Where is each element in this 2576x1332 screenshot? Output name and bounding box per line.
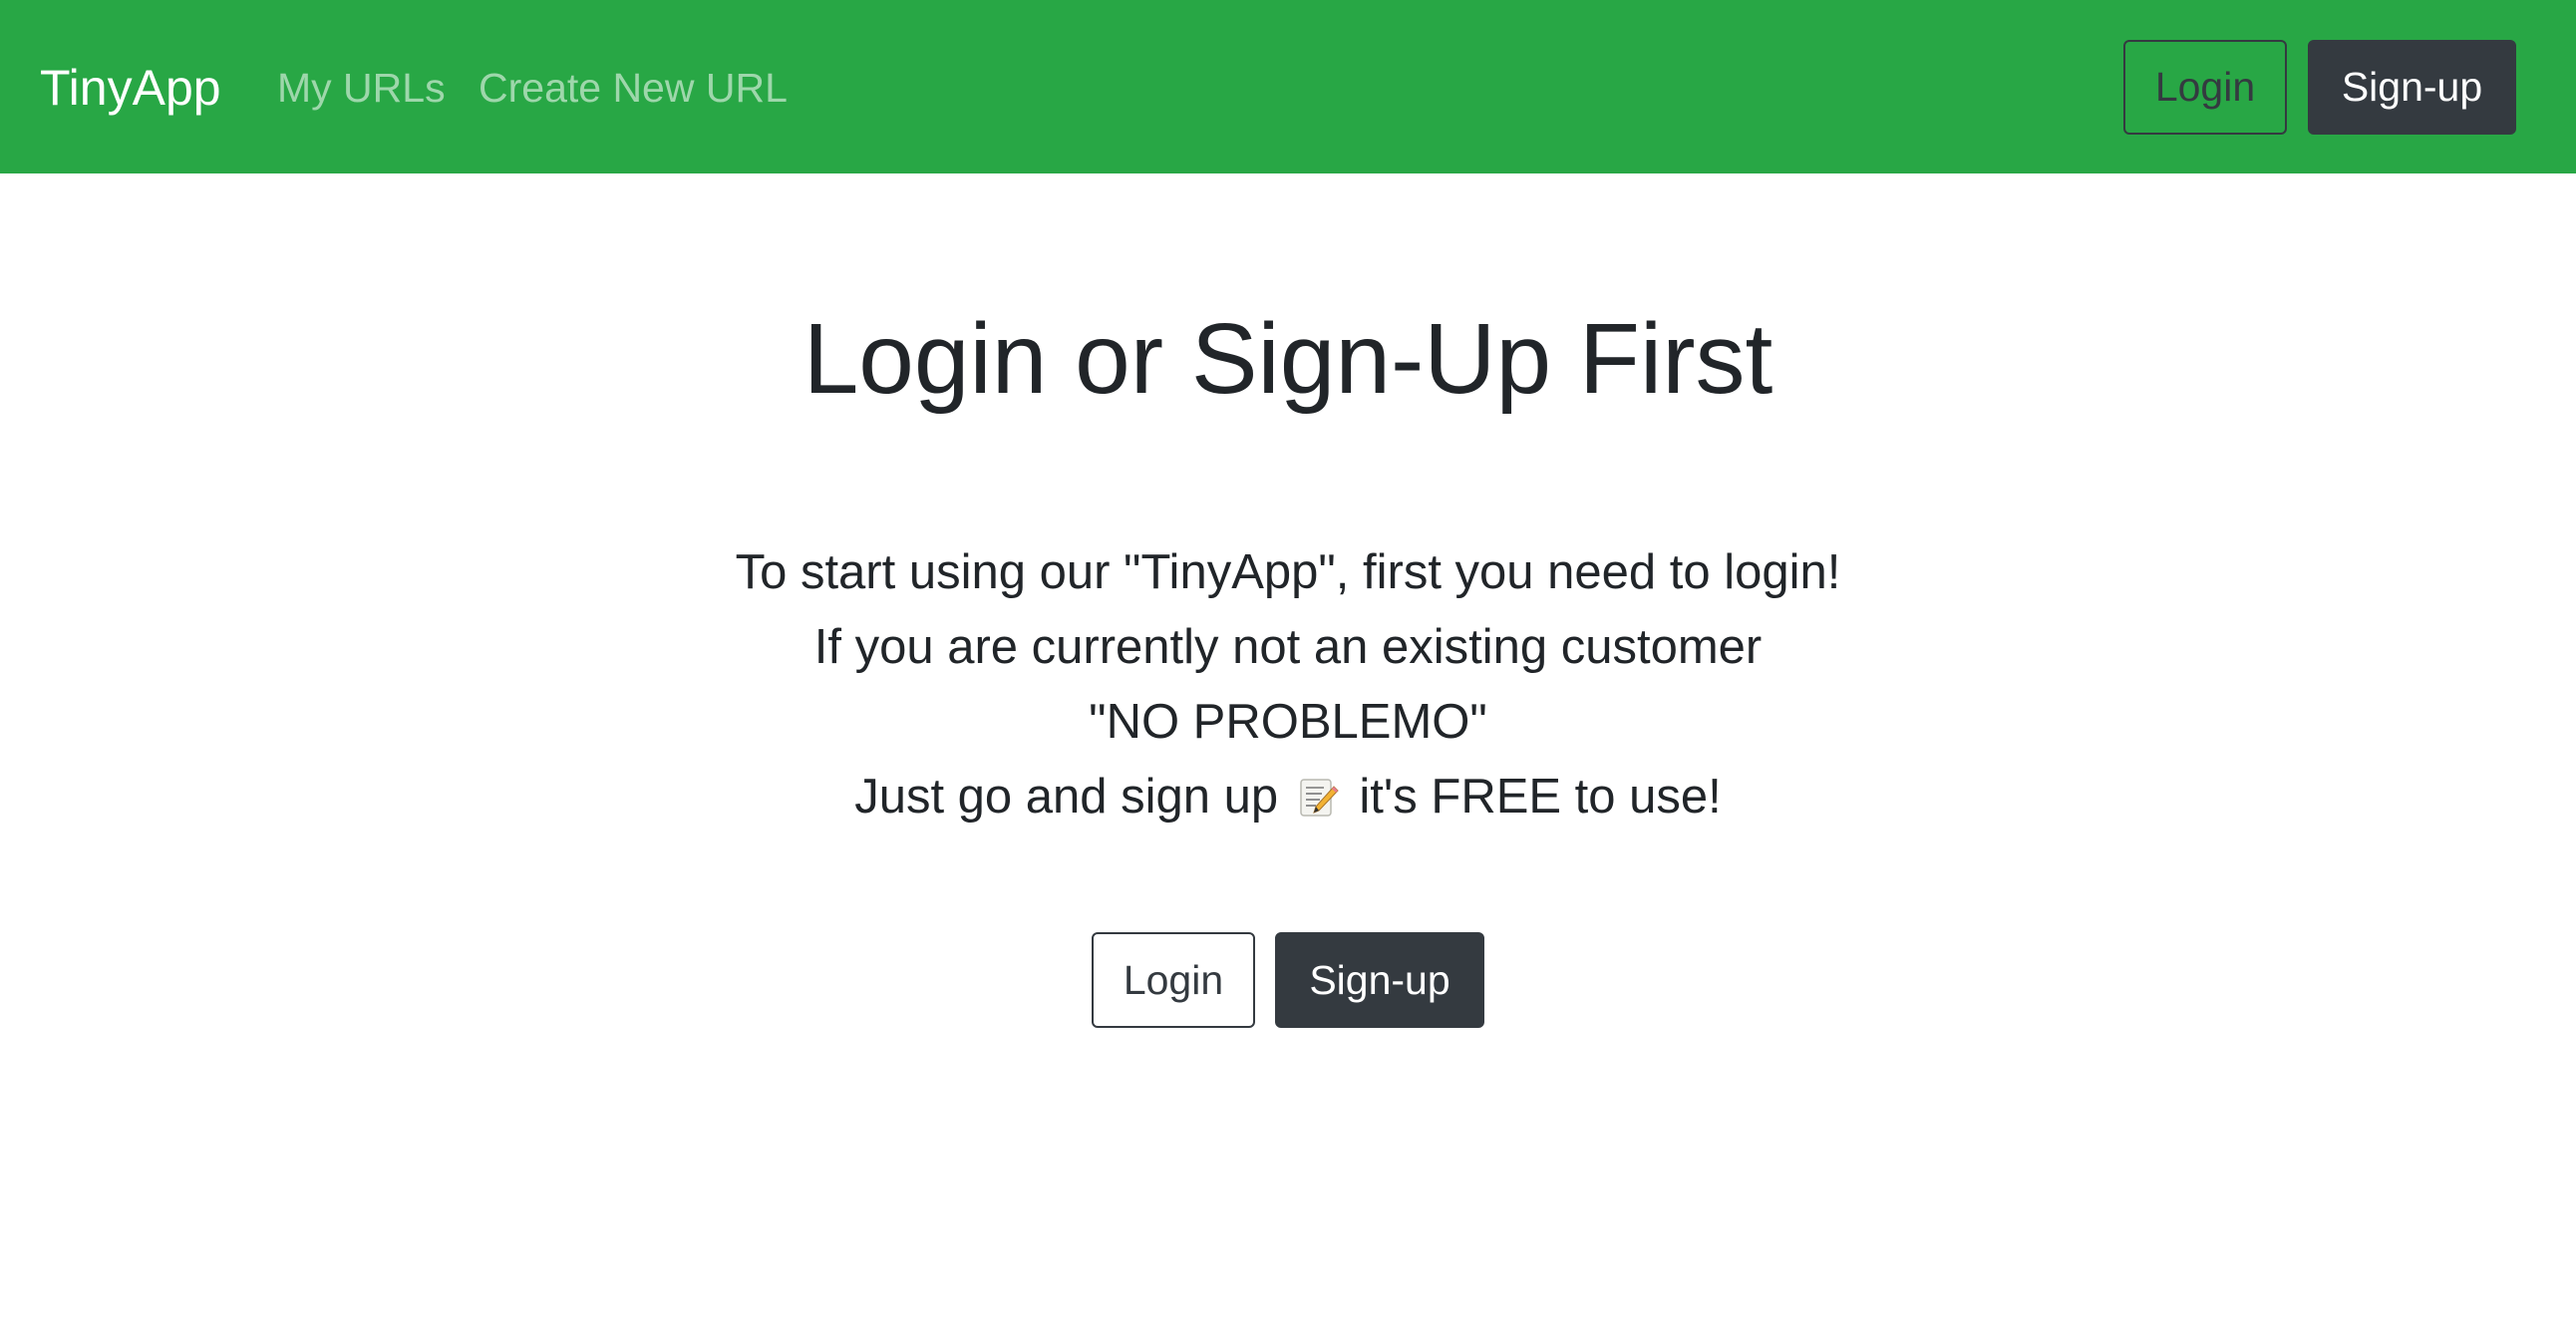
app-name-highlight: "TinyApp" (1124, 545, 1336, 599)
nav-link-create-new-url[interactable]: Create New URL (479, 62, 788, 114)
intro-message: To start using our "TinyApp", first you … (0, 535, 2576, 834)
login-button[interactable]: Login (1092, 932, 1255, 1028)
nav-link-my-urls[interactable]: My URLs (277, 62, 446, 114)
nav-login-button[interactable]: Login (2123, 40, 2287, 135)
nav-signup-button[interactable]: Sign-up (2308, 40, 2516, 135)
no-problemo-text: "NO PROBLEMO" (1089, 695, 1487, 749)
top-navbar: TinyApp My URLs Create New URL Login Sig… (0, 0, 2576, 173)
signup-button[interactable]: Sign-up (1275, 932, 1484, 1028)
brand-link[interactable]: TinyApp (40, 57, 221, 119)
memo-icon (1300, 779, 1339, 817)
page-title: Login or Sign-Up First (803, 303, 1773, 415)
message-line-1: To start using our "TinyApp", first you … (735, 545, 1841, 599)
message-line-3: "NO PROBLEMO" (0, 685, 2576, 760)
message-line-2: If you are currently not an existing cus… (813, 620, 1763, 674)
message-line-4: Just go and sign up it's FREE to use! (854, 770, 1722, 824)
